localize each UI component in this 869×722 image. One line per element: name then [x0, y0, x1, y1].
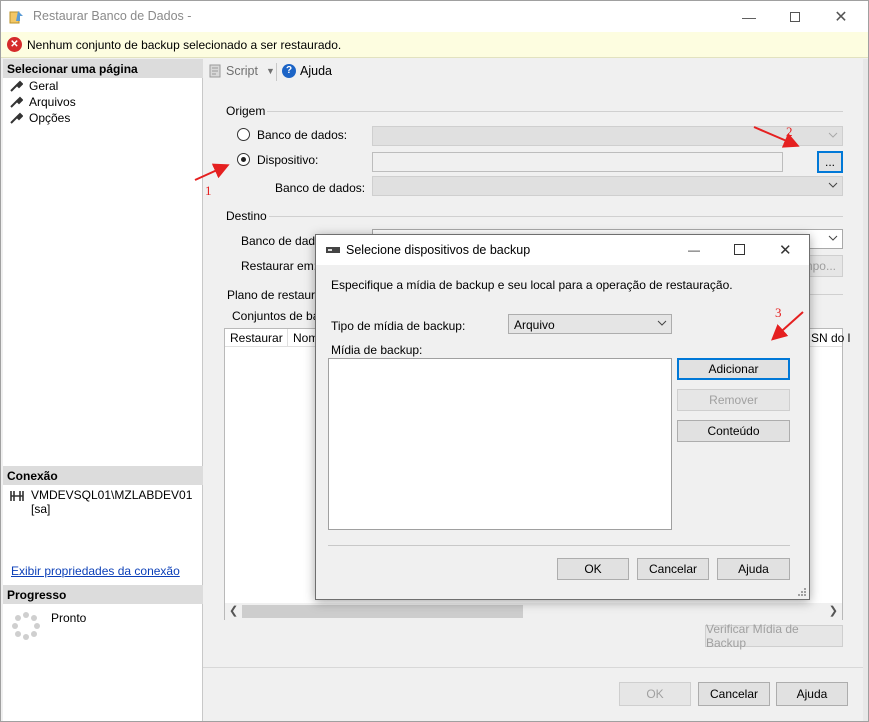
annotation-arrow-1	[194, 163, 230, 181]
annotation-label-1: 1	[205, 183, 212, 198]
annotation-label-3: 3	[775, 305, 782, 320]
annotation-label-2: 2	[786, 124, 793, 139]
annotation-arrows	[194, 126, 804, 341]
